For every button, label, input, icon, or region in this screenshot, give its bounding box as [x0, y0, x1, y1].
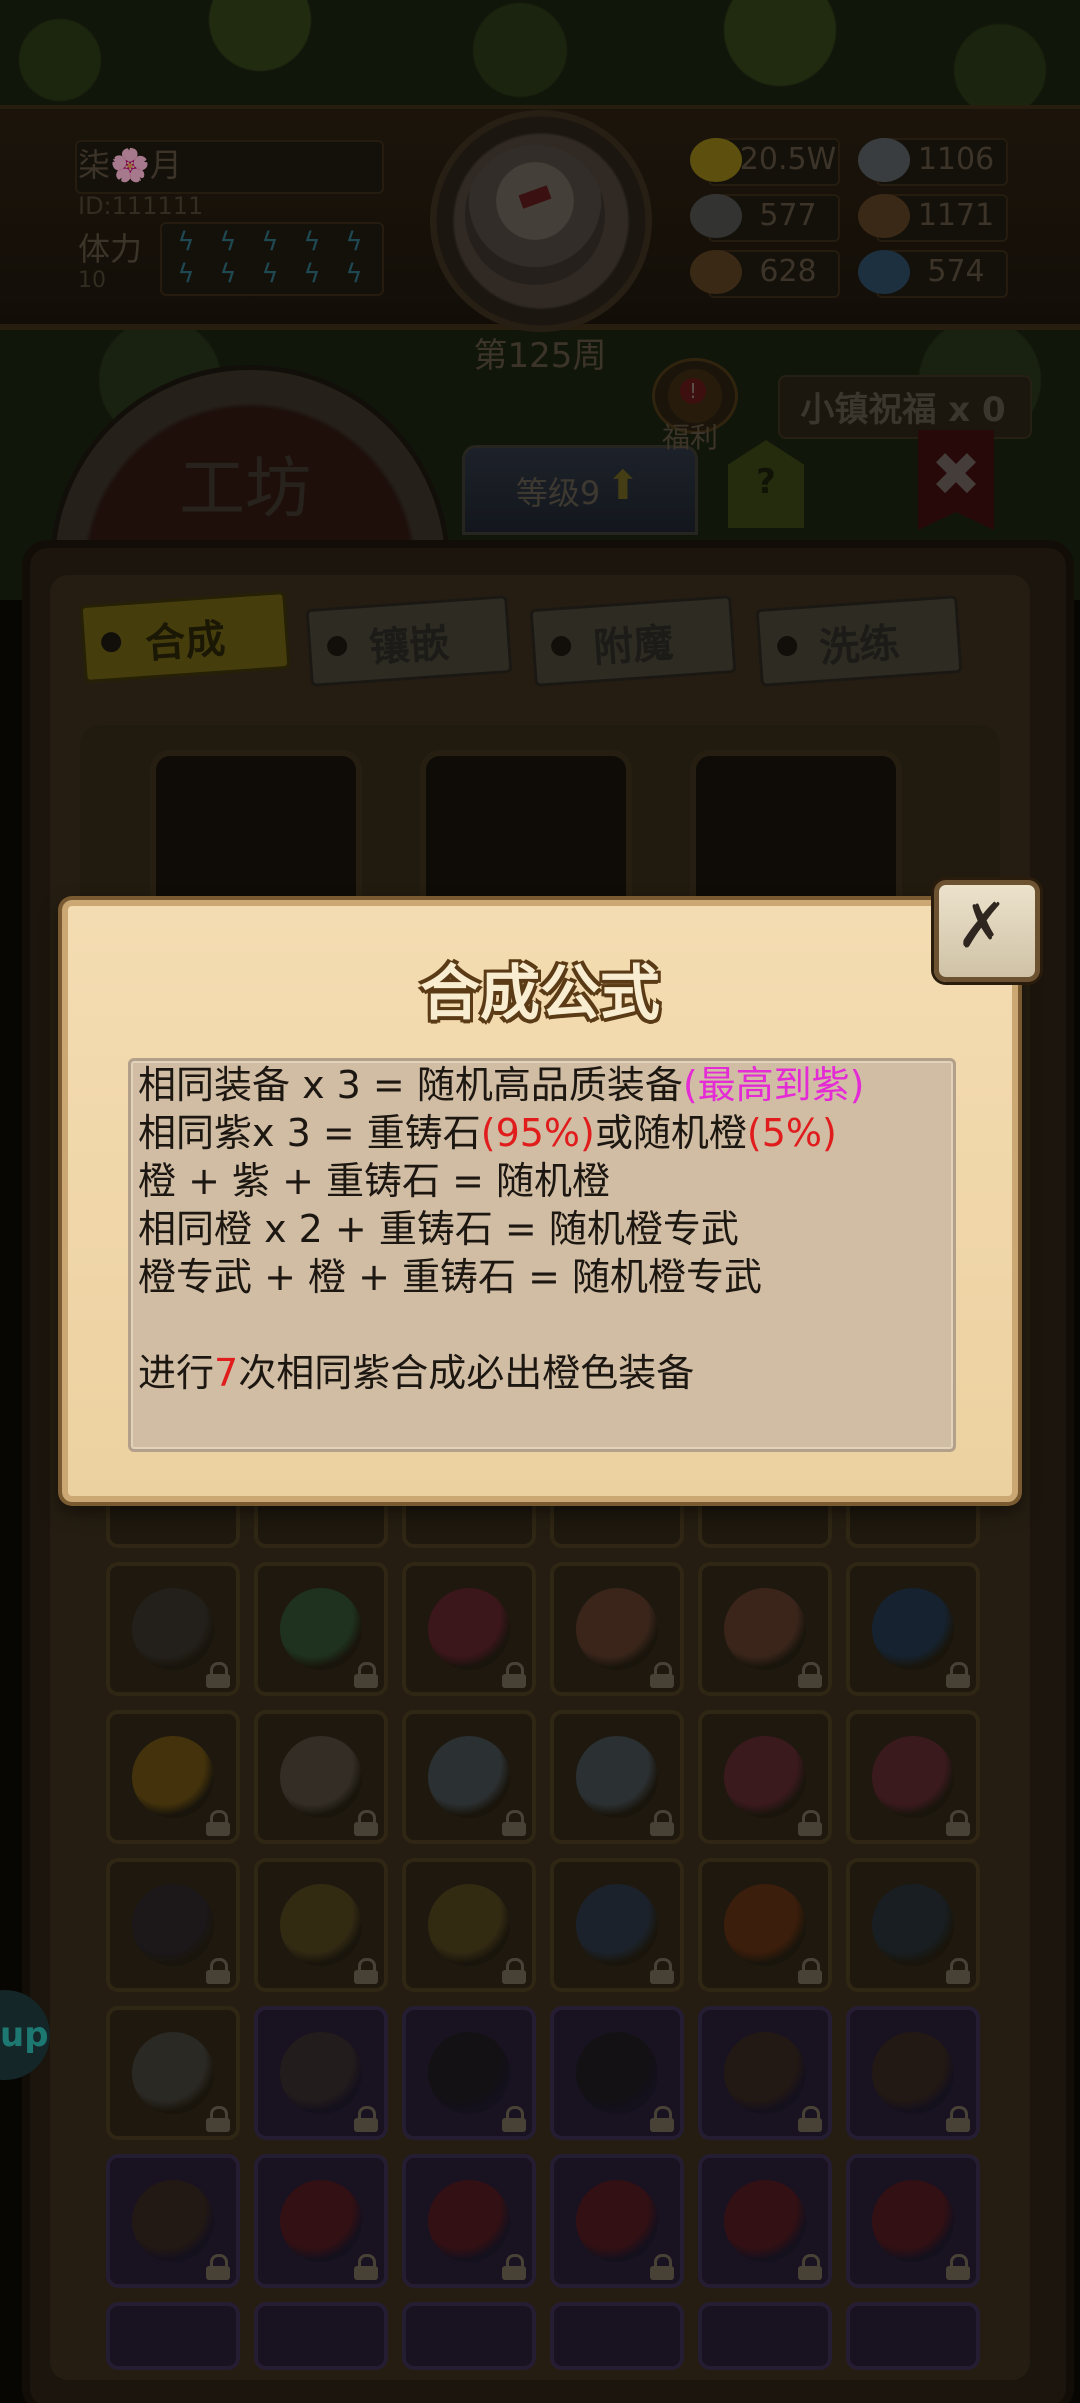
- close-icon: ✗: [956, 889, 1008, 962]
- formula-rule: 橙专武 + 橙 + 重铸石 = 随机橙专武: [138, 1254, 762, 1300]
- formula-rule: 相同橙 x 2 + 重铸石 = 随机橙专武: [138, 1206, 739, 1252]
- formula-rule: [138, 1302, 150, 1348]
- rule-highlight: (95%): [480, 1111, 595, 1155]
- formula-rule: 橙 + 紫 + 重铸石 = 随机橙: [138, 1158, 610, 1204]
- rule-text: 橙 + 紫 + 重铸石 = 随机橙: [138, 1159, 610, 1203]
- formula-rule: 相同紫x 3 = 重铸石(95%)或随机橙(5%): [138, 1110, 837, 1156]
- dialog-title: 合成公式: [420, 959, 660, 1029]
- formula-rule: 相同装备 x 3 = 随机高品质装备(最高到紫): [138, 1062, 864, 1108]
- rule-highlight: 7: [214, 1351, 239, 1395]
- rule-text: 次相同紫合成必出橙色装备: [238, 1351, 695, 1395]
- rule-text: 进行: [138, 1351, 215, 1395]
- rule-highlight: (5%): [746, 1111, 837, 1155]
- rule-highlight: (最高到紫): [682, 1063, 865, 1107]
- formula-rule: 进行7次相同紫合成必出橙色装备: [138, 1350, 694, 1396]
- rule-text: 相同橙 x 2 + 重铸石 = 随机橙专武: [138, 1207, 739, 1251]
- rule-text: 或随机橙: [594, 1111, 747, 1155]
- rule-text: 相同装备 x 3 = 随机高品质装备: [138, 1063, 683, 1107]
- game-screen: 柒🌸月 ID:111111 体力 10 ϟϟϟϟϟϟϟϟϟϟ 第125周 20.…: [0, 0, 1080, 2403]
- rule-text: 橙专武 + 橙 + 重铸石 = 随机橙专武: [138, 1255, 762, 1299]
- rule-text: 相同紫x 3 = 重铸石: [138, 1111, 481, 1155]
